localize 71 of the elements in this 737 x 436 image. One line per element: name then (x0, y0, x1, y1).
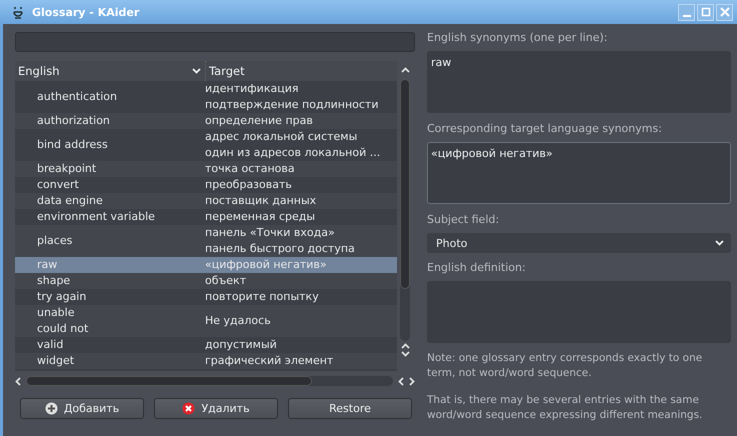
table-row[interactable]: data engine поставщик данных (15, 193, 397, 209)
table-row[interactable]: breakpoint точка останова (15, 161, 397, 177)
table-cell-text: data engine (37, 193, 104, 209)
table-cell-text: объект (205, 273, 248, 289)
table-cell-text: breakpoint (37, 161, 98, 177)
table-cell-text: authentication (37, 89, 118, 105)
english-synonyms-field[interactable]: raw (427, 51, 731, 113)
table-row[interactable]: authorization определение прав (15, 113, 397, 129)
table-cell-text: environment variable (37, 209, 156, 225)
restore-button[interactable]: Restore (288, 398, 412, 419)
table-cell-text: raw (37, 257, 58, 273)
app-icon (12, 6, 24, 18)
note-text: Note: one glossary entry corresponds exactly to one term, not word/word sequence. (427, 351, 704, 381)
field-label: English synonyms (one per line): (427, 30, 608, 46)
table-cell-text: convert (37, 177, 80, 193)
table-row[interactable]: widget графический элемент (15, 353, 397, 369)
subject-field-dropdown[interactable]: Photo (427, 233, 731, 253)
column-header[interactable]: English (15, 61, 205, 81)
table-cell-text: панель быстрого доступа (205, 241, 356, 257)
table-cell-text: допустимый (205, 337, 278, 353)
table-cell-text: идентификация (205, 81, 300, 97)
table-row[interactable]: shape объект (15, 273, 397, 289)
table-cell-text: bind address (37, 137, 109, 153)
table-cell-text: преобразовать (205, 177, 293, 193)
table-cell-text: панель «Точки входа» (205, 225, 336, 241)
table-cell-text: authorization (37, 113, 111, 129)
table-cell-text: точка останова (205, 161, 296, 177)
maximize-button[interactable] (697, 4, 714, 20)
table-cell-text: определение прав (205, 113, 314, 129)
table-cell-text: places (37, 233, 74, 249)
scroll-left-icon[interactable] (398, 376, 404, 386)
scroll-right-icon[interactable] (409, 376, 415, 386)
note-text: That is, there may be several entries with the same word/word sequence expressing different meanings. (427, 393, 704, 423)
sort-chevron-icon (192, 68, 201, 74)
add-button[interactable]: Добавить (20, 398, 144, 419)
minimize-button[interactable] (678, 4, 695, 20)
table-cell-text: повторите попытку (205, 289, 320, 305)
search-field[interactable] (15, 32, 415, 52)
scroll-left-icon[interactable] (15, 376, 21, 386)
table-cell-text: unable (37, 305, 76, 321)
table-cell-text: поставщик данных (205, 193, 318, 209)
close-button[interactable] (716, 4, 733, 20)
scroll-up-icon[interactable] (400, 67, 410, 73)
close-icon (720, 7, 730, 17)
table-cell-text: переменная среды (205, 209, 316, 225)
table-cell-text: could not (37, 321, 90, 337)
horizontal-scrollbar[interactable] (15, 374, 415, 388)
scroll-down-icon[interactable] (400, 351, 410, 357)
table-cell-text: widget (37, 353, 76, 369)
field-label: English definition: (427, 260, 527, 276)
window-title: Glossary - KAider (32, 6, 140, 18)
field-label: Subject field: (427, 212, 500, 228)
scroll-up-icon[interactable] (400, 343, 410, 349)
table-cell-text: valid (37, 337, 64, 353)
plus-icon (44, 402, 58, 415)
table-cell-text: графический элемент (205, 353, 334, 369)
table-cell-text: shape (37, 273, 72, 289)
table-cell-text: Не удалось (205, 313, 272, 329)
table-cell-text: try again (37, 289, 88, 305)
maximize-icon (700, 7, 710, 17)
remove-icon (182, 402, 196, 415)
minimize-icon (682, 15, 690, 17)
chevron-down-icon (715, 240, 724, 246)
table-cell-text: «цифровой негатив» (205, 257, 328, 273)
table-cell-text: адрес локальной системы (205, 129, 358, 145)
target-synonyms-field[interactable]: «цифровой негатив» (427, 142, 731, 204)
table-cell-text: подтверждение подлинности (205, 97, 380, 113)
remove-button[interactable]: Удалить (154, 398, 278, 419)
field-label: Corresponding target language synonyms: (427, 121, 663, 137)
table-cell-text: один из адресов локальной ... (205, 145, 382, 161)
table-row[interactable]: unable could not Не удалось (15, 305, 397, 337)
